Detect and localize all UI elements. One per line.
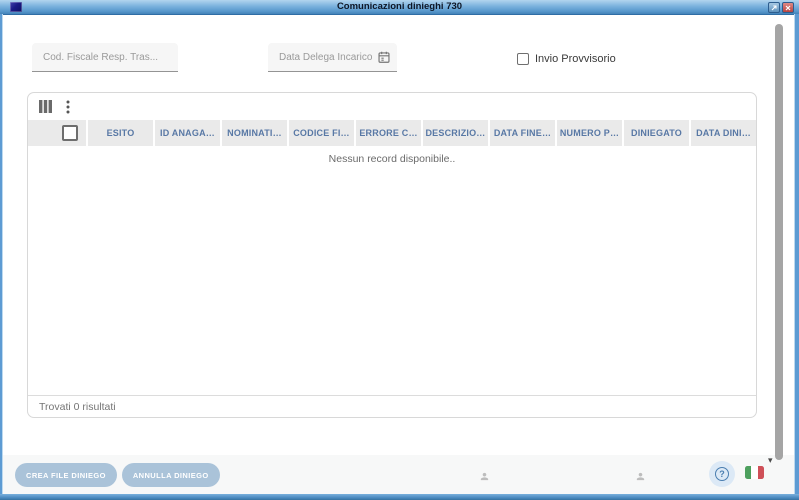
data-delega-field-wrap xyxy=(268,43,397,72)
grid-footer: Trovati 0 risultati xyxy=(28,395,756,417)
maximize-icon xyxy=(771,4,777,10)
column-header-numero-protocollo[interactable]: NUMERO P… xyxy=(557,120,622,146)
column-header-data-diniego[interactable]: DATA DINI… xyxy=(691,120,756,146)
grid-body: Nessun record disponibile.. xyxy=(28,146,756,395)
column-header-codice-fiscale[interactable]: CODICE FI… xyxy=(289,120,354,146)
vertical-scrollbar-thumb[interactable] xyxy=(775,24,783,460)
annulla-diniego-button[interactable]: ANNULLA DINIEGO xyxy=(121,463,220,487)
invio-provvisorio-checkbox[interactable] xyxy=(517,53,529,65)
select-all-cell xyxy=(28,120,86,146)
results-count-text: Trovati 0 risultati xyxy=(39,400,116,413)
window-frame-bottom xyxy=(0,494,799,500)
select-all-checkbox[interactable] xyxy=(62,125,78,141)
column-header-diniegato[interactable]: DINIEGATO xyxy=(624,120,689,146)
person-icon xyxy=(636,472,645,481)
person-icon xyxy=(480,472,489,481)
window-frame-right xyxy=(794,14,799,500)
caret-down-icon[interactable]: ▾ xyxy=(768,455,773,465)
titlebar[interactable]: Comunicazioni dinieghi 730 xyxy=(0,0,799,15)
help-icon: ? xyxy=(715,467,729,481)
close-icon xyxy=(785,5,791,10)
close-button[interactable] xyxy=(782,2,794,13)
bottom-action-bar: CREA FILE DINIEGO ANNULLA DINIEGO ? ▾ xyxy=(3,455,794,494)
column-chooser-icon[interactable] xyxy=(38,100,52,114)
grid-toolbar xyxy=(28,93,756,120)
window-title: Comunicazioni dinieghi 730 xyxy=(336,1,463,12)
column-header-errore[interactable]: ERRORE C… xyxy=(356,120,421,146)
window-frame-left xyxy=(0,14,3,500)
calendar-icon[interactable] xyxy=(377,50,391,64)
cod-fiscale-input[interactable] xyxy=(32,43,178,71)
grid-header-row: ESITO ID ANAGA… NOMINATI… CODICE FI… ERR… xyxy=(28,120,756,146)
empty-records-message: Nessun record disponibile.. xyxy=(328,153,456,165)
column-header-descrizione[interactable]: DESCRIZIO… xyxy=(423,120,488,146)
cod-fiscale-field-wrap xyxy=(32,43,178,72)
column-header-esito[interactable]: ESITO xyxy=(88,120,153,146)
maximize-button[interactable] xyxy=(768,2,780,13)
more-vert-icon[interactable] xyxy=(61,100,75,114)
results-grid: ESITO ID ANAGA… NOMINATI… CODICE FI… ERR… xyxy=(27,92,757,418)
action-buttons: CREA FILE DINIEGO ANNULLA DINIEGO xyxy=(15,463,220,487)
column-header-data-fine[interactable]: DATA FINE… xyxy=(490,120,555,146)
invio-provvisorio-checkbox-row[interactable]: Invio Provvisorio xyxy=(517,51,616,67)
help-button[interactable]: ? xyxy=(709,461,735,487)
window: Comunicazioni dinieghi 730 Invio Provvis… xyxy=(0,0,799,500)
crea-file-diniego-button[interactable]: CREA FILE DINIEGO xyxy=(15,463,117,487)
invio-provvisorio-label: Invio Provvisorio xyxy=(535,53,616,65)
column-header-id-anagrafica[interactable]: ID ANAGA… xyxy=(155,120,220,146)
language-flag-italy[interactable] xyxy=(745,466,764,479)
column-header-nominativo[interactable]: NOMINATI… xyxy=(222,120,287,146)
